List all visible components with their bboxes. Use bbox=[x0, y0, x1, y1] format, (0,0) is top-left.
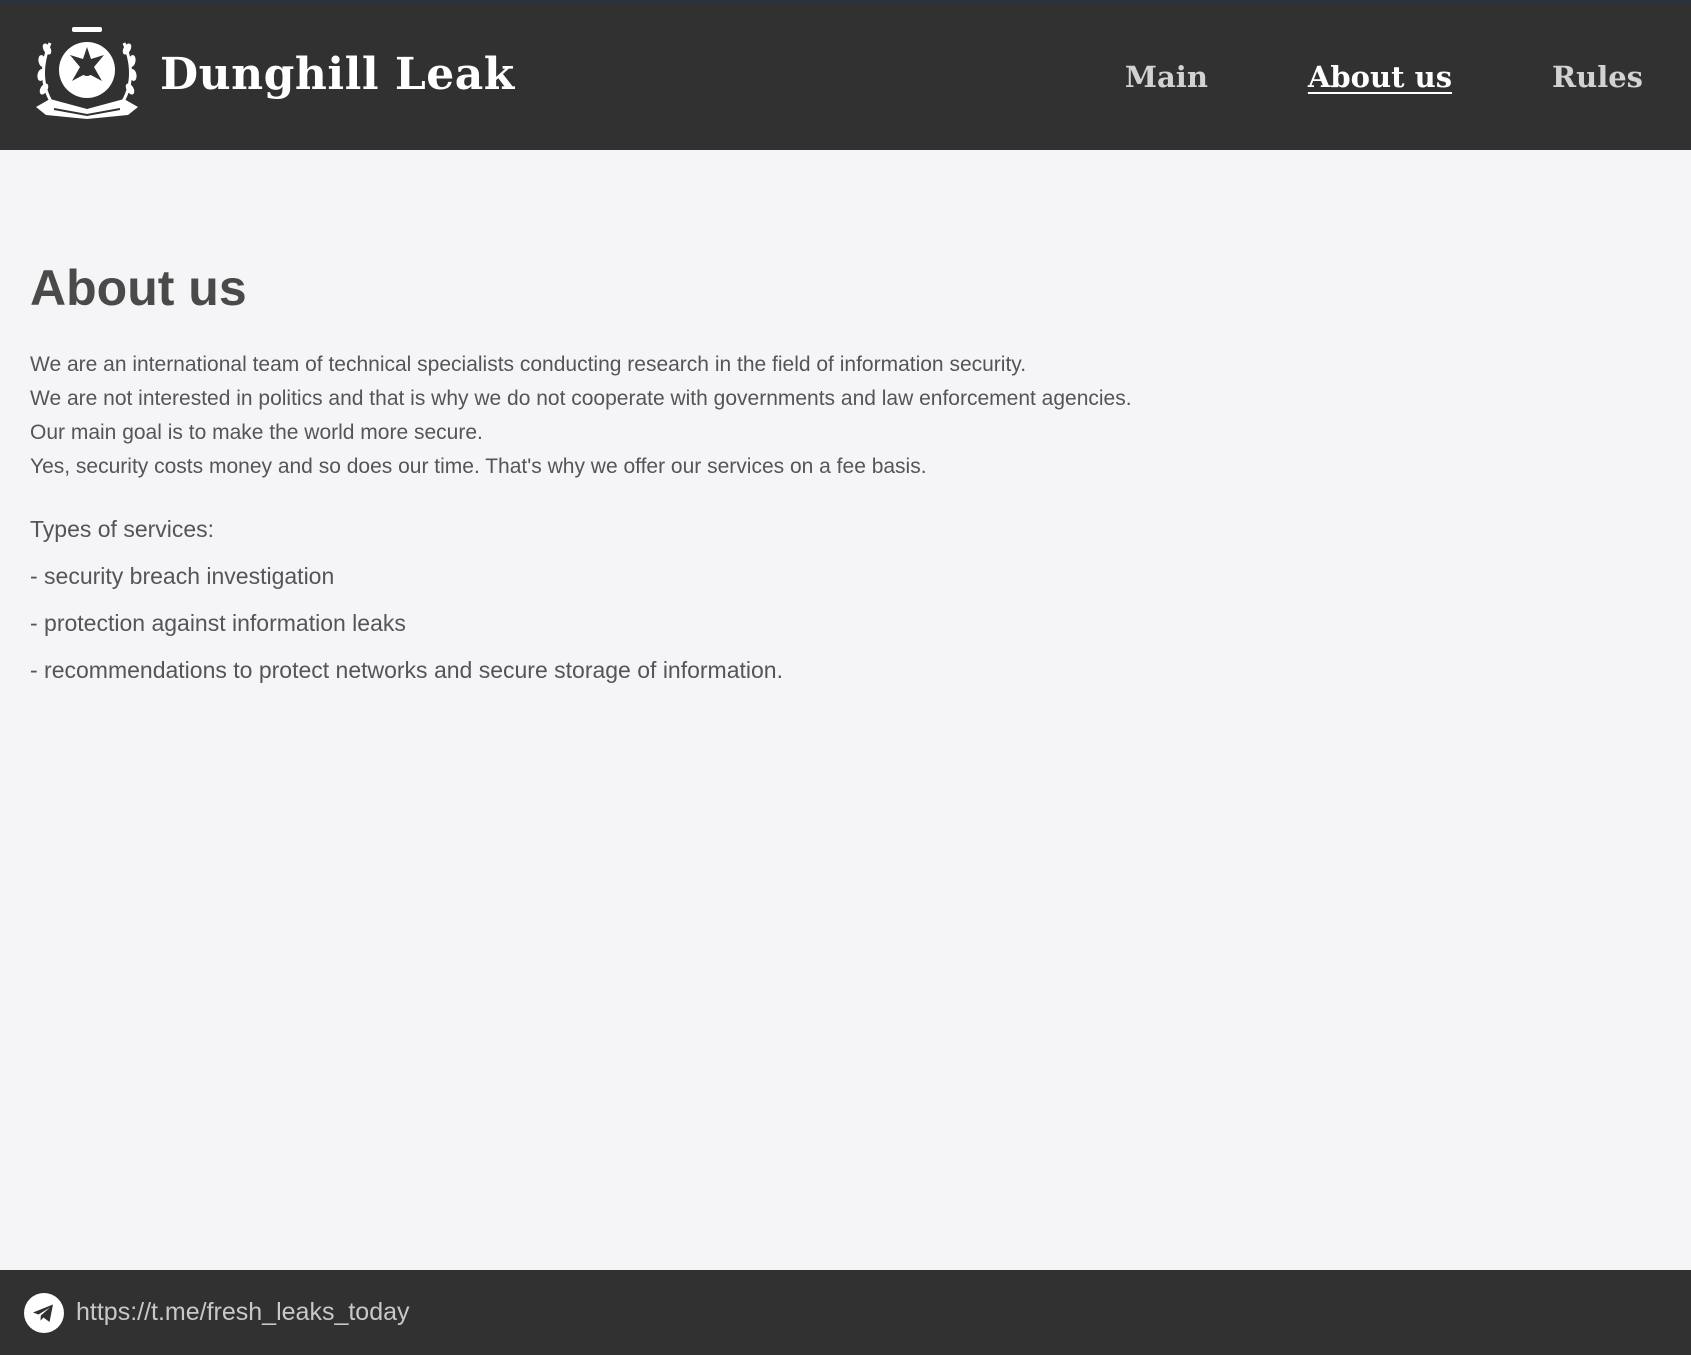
intro-line: Yes, security costs money and so does ou… bbox=[30, 455, 927, 478]
brand-home-link[interactable]: Dunghill Leak bbox=[28, 25, 515, 123]
intro-line: We are not interested in politics and th… bbox=[30, 387, 1132, 410]
nav-link-about-us[interactable]: About us bbox=[1308, 60, 1452, 94]
service-item: - security breach investigation bbox=[30, 563, 335, 589]
nav-link-rules[interactable]: Rules bbox=[1552, 60, 1643, 94]
telegram-link[interactable]: https://t.me/fresh_leaks_today bbox=[24, 1292, 410, 1333]
telegram-icon bbox=[24, 1292, 64, 1333]
brand-name: Dunghill Leak bbox=[160, 48, 515, 100]
services-heading: Types of services: bbox=[30, 516, 215, 542]
service-item: - protection against information leaks bbox=[30, 610, 406, 636]
intro-paragraph: We are an international team of technica… bbox=[30, 348, 1630, 484]
service-item: - recommendations to protect networks an… bbox=[30, 657, 783, 683]
telegram-link-text: https://t.me/fresh_leaks_today bbox=[76, 1298, 410, 1326]
footer: https://t.me/fresh_leaks_today bbox=[0, 1270, 1691, 1355]
top-navigation-bar: Dunghill Leak Main About us Rules bbox=[0, 0, 1691, 150]
laurel-wreath-emblem-logo bbox=[36, 27, 138, 119]
main-nav: Main About us Rules bbox=[1025, 3, 1643, 150]
intro-line: We are an international team of technica… bbox=[30, 353, 1027, 376]
page-title: About us bbox=[30, 260, 247, 316]
main-content: About us We are an international team of… bbox=[30, 258, 1630, 687]
nav-link-main[interactable]: Main bbox=[1125, 60, 1208, 94]
intro-line: Our main goal is to make the world more … bbox=[30, 421, 483, 444]
